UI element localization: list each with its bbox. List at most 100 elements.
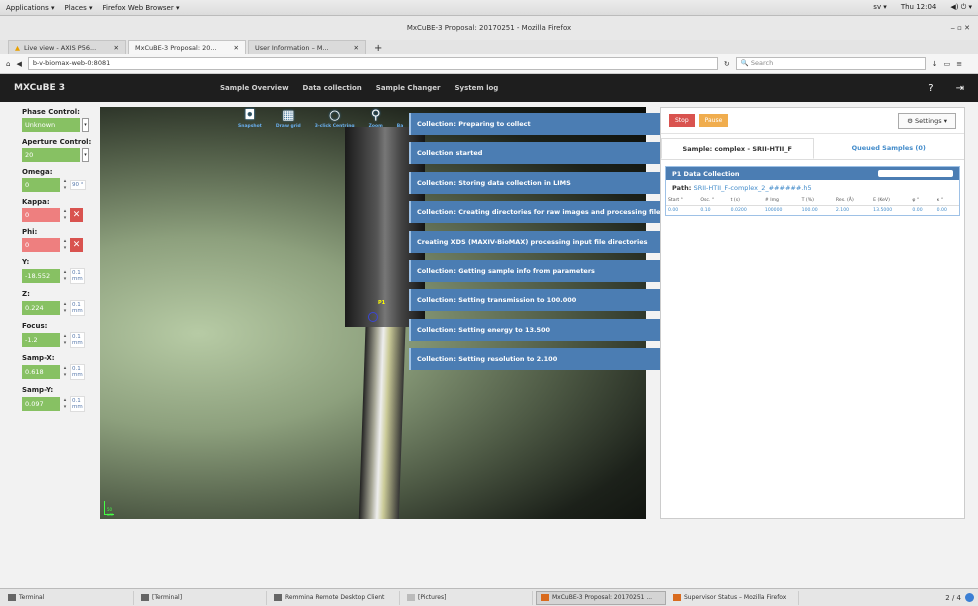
nav-sample-changer[interactable]: Sample Changer	[376, 84, 441, 92]
draw-grid-button[interactable]: ▦ Draw grid	[276, 108, 301, 129]
cell: 0.00	[912, 208, 923, 213]
y-input[interactable]: -18.552	[22, 269, 60, 283]
help-icon[interactable]: ?	[928, 83, 933, 94]
point-label: P1	[378, 300, 386, 306]
chevron-down-icon[interactable]: ▾	[82, 148, 89, 162]
phase-select[interactable]: Unknown	[22, 118, 80, 132]
library-icon[interactable]: ▭	[944, 60, 951, 68]
data-collection-item[interactable]: P1 Data Collection Path: SRII-HTII_F-com…	[665, 166, 960, 216]
col-header: Start °	[666, 196, 699, 206]
nav-sample-overview[interactable]: Sample Overview	[220, 84, 289, 92]
centring-button[interactable]: ○ 3-click Centring	[315, 108, 355, 129]
col-header: φ °	[910, 196, 935, 206]
gnome-top-bar: Applications ▾ Places ▾ Firefox Web Brow…	[0, 0, 978, 16]
aperture-select[interactable]: 20	[22, 148, 80, 162]
places-menu[interactable]: Places ▾	[65, 4, 93, 12]
y-step[interactable]: 0.1 mm	[70, 268, 85, 284]
z-step[interactable]: 0.1 mm	[70, 300, 85, 316]
url-bar[interactable]: b-v-biomax-web-0:8081	[27, 57, 718, 70]
kappa-stop-button[interactable]: ✕	[70, 208, 83, 222]
z-input[interactable]: 0.224	[22, 301, 60, 315]
task-mxcube-firefox[interactable]: MxCuBE-3 Proposal: 20170251 ...	[536, 590, 666, 605]
close-icon[interactable]: ✕	[114, 44, 119, 52]
col-header: # Img	[762, 196, 800, 206]
kappa-stepper[interactable]: ▴ ▾	[62, 208, 68, 222]
back-icon[interactable]: ◀	[16, 60, 21, 68]
tab-mxcube[interactable]: MxCuBE-3 Proposal: 20... ✕	[128, 40, 246, 54]
sign-out-icon[interactable]: ⇥	[956, 83, 964, 94]
keyboard-layout[interactable]: sv ▾	[873, 3, 887, 12]
applications-menu[interactable]: Applications ▾	[6, 4, 55, 12]
focus-input[interactable]: -1.2	[22, 333, 60, 347]
reload-icon[interactable]: ↻	[724, 60, 730, 68]
queue-panel: Stop Pause ⚙ Settings ▾ Sample: complex …	[660, 107, 965, 519]
nav-data-collection[interactable]: Data collection	[303, 84, 362, 92]
focus-stepper[interactable]: ▴ ▾	[62, 333, 68, 347]
stop-button[interactable]: Stop	[669, 114, 695, 127]
notification-icon[interactable]	[965, 593, 974, 602]
task-supervisor-firefox[interactable]: Supervisor Status – Mozilla Firefox	[669, 590, 799, 605]
tab-queued-samples[interactable]: Queued Samples (0)	[814, 138, 965, 159]
close-icon[interactable]: ✕	[354, 44, 359, 52]
zoom-button[interactable]: ⚲Zoom	[369, 108, 383, 129]
app-navbar: MXCuBE 3 Sample Overview Data collection…	[0, 74, 978, 102]
sampy-stepper[interactable]: ▴ ▾	[62, 397, 68, 411]
clock[interactable]: Thu 12:04	[901, 3, 937, 12]
centring-point-marker[interactable]	[368, 312, 378, 322]
task-pictures[interactable]: [Pictures]	[403, 590, 533, 605]
remmina-icon	[274, 594, 282, 601]
phi-stop-button[interactable]: ✕	[70, 238, 83, 252]
col-header: Osc. °	[698, 196, 729, 206]
task-terminal-2[interactable]: [Terminal]	[137, 590, 267, 605]
backlight-button[interactable]: Ba	[397, 108, 403, 129]
z-stepper[interactable]: ▴ ▾	[62, 301, 68, 315]
table-row: 0.00 0.10 0.0200 100000 100.00 2.100 13.…	[666, 206, 959, 216]
omega-step[interactable]: 90 °	[70, 180, 86, 190]
log-message: Collection: Setting resolution to 2.100	[409, 348, 660, 371]
folder-icon	[407, 594, 415, 601]
menu-icon[interactable]: ≡	[956, 60, 962, 68]
tab-live-view[interactable]: ▲ Live view - AXIS P56... ✕	[8, 40, 126, 54]
app-menu[interactable]: Firefox Web Browser ▾	[103, 4, 180, 12]
search-input[interactable]: 🔍 Search	[735, 57, 926, 70]
close-icon[interactable]: ✕	[234, 44, 239, 52]
sampy-input[interactable]: 0.097	[22, 397, 60, 411]
circle-icon: ○	[329, 108, 341, 123]
sampx-step[interactable]: 0.1 mm	[70, 364, 85, 380]
window-controls[interactable]: ‒ ▫ ✕	[950, 16, 970, 40]
omega-input[interactable]: 0	[22, 178, 60, 192]
system-tray[interactable]: ◀) ⏻ ▾	[950, 3, 972, 12]
sampx-stepper[interactable]: ▴ ▾	[62, 365, 68, 379]
nav-system-log[interactable]: System log	[454, 84, 498, 92]
y-stepper[interactable]: ▴ ▾	[62, 269, 68, 283]
focus-step[interactable]: 0.1 mm	[70, 332, 85, 348]
kappa-input[interactable]: 0	[22, 208, 60, 222]
sampx-input[interactable]: 0.618	[22, 365, 60, 379]
cell: 100.00	[801, 208, 818, 213]
firefox-icon	[541, 594, 549, 601]
home-icon[interactable]: ⌂	[6, 60, 10, 68]
dc-path: Path: SRII-HTII_F-complex_2_######.h5	[672, 184, 812, 192]
new-tab-button[interactable]: +	[368, 43, 388, 54]
workspace-indicator[interactable]: 2 / 4	[945, 594, 961, 602]
phi-input[interactable]: 0	[22, 238, 60, 252]
task-terminal[interactable]: Terminal	[4, 590, 134, 605]
light-icon	[398, 108, 403, 124]
taskbar: Terminal [Terminal] Remmina Remote Deskt…	[0, 588, 978, 606]
sample-pin	[358, 327, 406, 519]
snapshot-button[interactable]: ◘ Snapshot	[238, 108, 262, 129]
camera-icon: ◘	[244, 108, 256, 123]
chevron-down-icon[interactable]: ▾	[82, 118, 89, 132]
brand[interactable]: MXCuBE 3	[14, 83, 220, 93]
settings-button[interactable]: ⚙ Settings ▾	[898, 112, 956, 129]
task-remmina[interactable]: Remmina Remote Desktop Client	[270, 590, 400, 605]
terminal-icon	[141, 594, 149, 601]
omega-stepper[interactable]: ▴ ▾	[62, 178, 68, 192]
phi-stepper[interactable]: ▴ ▾	[62, 238, 68, 252]
sampy-step[interactable]: 0.1 mm	[70, 396, 85, 412]
tab-user-info[interactable]: User Information – M... ✕	[248, 40, 366, 54]
download-icon[interactable]: ↓	[932, 60, 938, 68]
dc-title: P1 Data Collection	[672, 169, 740, 178]
tab-current-sample[interactable]: Sample: complex - SRII-HTII_F	[661, 138, 814, 159]
pause-button[interactable]: Pause	[698, 114, 729, 127]
